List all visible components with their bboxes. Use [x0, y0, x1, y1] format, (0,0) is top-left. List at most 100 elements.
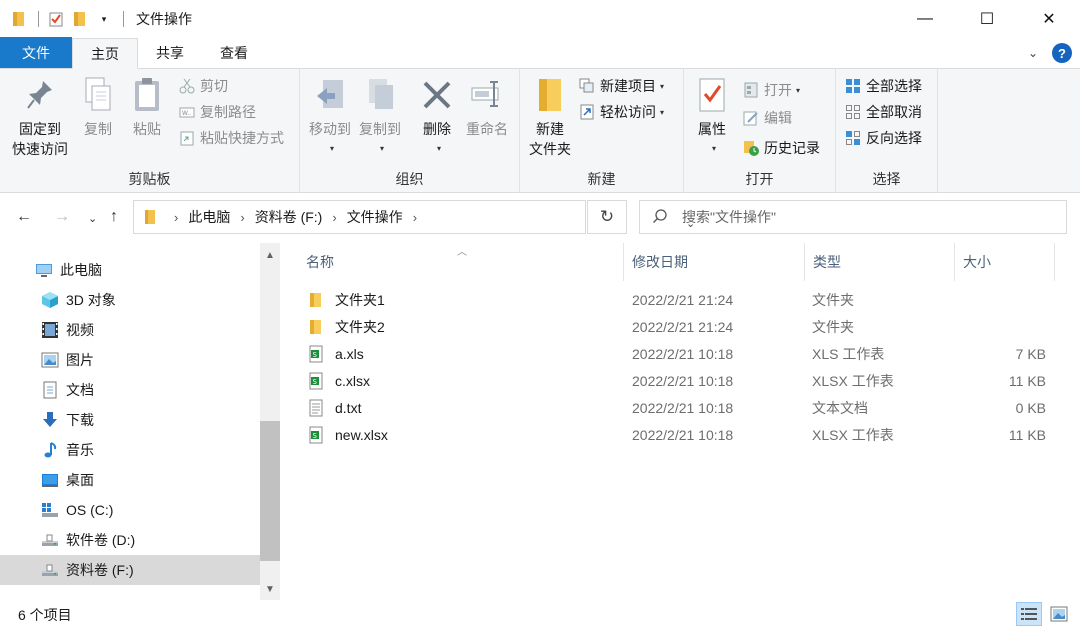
- file-row[interactable]: 文件夹1 2022/2/21 21:24 文件夹: [305, 286, 1060, 313]
- history-icon: [742, 139, 760, 157]
- chevron-down-icon: ▾: [660, 107, 665, 117]
- file-type: XLSX 工作表: [812, 372, 894, 389]
- breadcrumb-current-folder[interactable]: 文件操作: [347, 207, 403, 227]
- file-name: 文件夹1: [335, 291, 385, 308]
- file-type: 文件夹: [812, 318, 854, 335]
- computer-icon: [34, 260, 54, 280]
- new-item-label: 新建项目: [600, 78, 656, 94]
- nav-item-this-pc[interactable]: 此电脑: [0, 255, 260, 285]
- file-row[interactable]: S c.xlsx 2022/2/21 10:18 XLSX 工作表 11 KB: [305, 367, 1060, 394]
- nav-item-pictures[interactable]: 图片: [0, 345, 260, 375]
- new-item-button[interactable]: 新建项目 ▾: [578, 75, 664, 97]
- quick-access-toolbar: ▾ 文件操作: [0, 0, 192, 38]
- file-modified: 2022/2/21 10:18: [632, 399, 734, 416]
- scrollbar-thumb[interactable]: [260, 421, 280, 561]
- breadcrumb-this-pc[interactable]: 此电脑: [188, 207, 230, 227]
- nav-item-label: 此电脑: [60, 262, 102, 278]
- select-all-button[interactable]: 全部选择: [844, 75, 922, 97]
- properties-button[interactable]: 属性 ▾: [692, 75, 732, 159]
- select-none-button[interactable]: 全部取消: [844, 101, 922, 123]
- cut-button[interactable]: 剪切: [178, 75, 228, 97]
- new-folder-icon[interactable]: [71, 10, 89, 28]
- close-button[interactable]: ✕: [1018, 0, 1080, 38]
- column-header-size[interactable]: 大小: [955, 243, 1055, 281]
- copy-to-button[interactable]: 复制到 ▾: [356, 75, 404, 159]
- file-size: 11 KB: [1008, 426, 1046, 443]
- file-row[interactable]: d.txt 2022/2/21 10:18 文本文档 0 KB: [305, 394, 1060, 421]
- large-icons-view-icon[interactable]: [1046, 602, 1072, 626]
- status-bar: 6 个项目: [0, 600, 1080, 629]
- edit-button[interactable]: 编辑: [742, 107, 792, 129]
- minimize-button[interactable]: —: [894, 0, 956, 38]
- pin-to-quick-access-button[interactable]: 固定到 快速访问: [8, 75, 72, 159]
- nav-item-drive-d[interactable]: 软件卷 (D:): [0, 525, 260, 555]
- tab-file[interactable]: 文件: [0, 37, 72, 68]
- nav-item-3d-objects[interactable]: 3D 对象: [0, 285, 260, 315]
- move-to-button[interactable]: 移动到 ▾: [306, 75, 354, 159]
- nav-item-desktop[interactable]: 桌面: [0, 465, 260, 495]
- nav-item-drive-f[interactable]: 资料卷 (F:): [0, 555, 260, 585]
- nav-item-downloads[interactable]: 下载: [0, 405, 260, 435]
- copy-path-label: 复制路径: [200, 104, 256, 120]
- copy-icon: [80, 75, 116, 115]
- nav-item-label: 下载: [66, 412, 94, 428]
- maximize-button[interactable]: ☐: [956, 0, 1018, 38]
- customize-dropdown-icon[interactable]: ▾: [95, 10, 113, 28]
- refresh-icon[interactable]: ↻: [587, 200, 627, 234]
- tab-view[interactable]: 查看: [202, 38, 266, 68]
- move-to-label: 移动到: [309, 121, 351, 137]
- easy-access-button[interactable]: 轻松访问 ▾: [578, 101, 664, 123]
- paste-shortcut-button[interactable]: 粘贴快捷方式: [178, 127, 284, 149]
- breadcrumb-chevron-icon[interactable]: ›: [174, 210, 178, 225]
- details-view-icon[interactable]: [1016, 602, 1042, 626]
- nav-item-music[interactable]: 音乐: [0, 435, 260, 465]
- new-folder-button[interactable]: 新建 文件夹: [526, 75, 574, 159]
- file-name-cell: 文件夹1: [307, 286, 385, 313]
- nav-item-drive-c[interactable]: OS (C:): [0, 495, 260, 525]
- file-row[interactable]: 文件夹2 2022/2/21 21:24 文件夹: [305, 313, 1060, 340]
- nav-item-videos[interactable]: 视频: [0, 315, 260, 345]
- open-group: 属性 ▾ 打开 ▾ 编辑 历史记录 打开: [684, 69, 836, 193]
- back-arrow-icon[interactable]: ←: [16, 208, 32, 226]
- breadcrumb-chevron-icon[interactable]: ›: [332, 210, 336, 225]
- rename-button[interactable]: 重命名: [462, 75, 512, 139]
- properties-icon[interactable]: [47, 10, 65, 28]
- navigation-scrollbar[interactable]: ▲ ▼: [260, 243, 280, 600]
- search-box[interactable]: 搜索"文件操作": [639, 200, 1067, 234]
- navigation-pane: 此电脑 3D 对象 视频 图片 文档 下载 音乐 桌面 OS (C:) 软件卷 …: [0, 243, 280, 600]
- nav-item-documents[interactable]: 文档: [0, 375, 260, 405]
- tab-home[interactable]: 主页: [72, 38, 138, 69]
- nav-item-label: 文档: [66, 382, 94, 398]
- column-header-name[interactable]: 名称: [298, 243, 624, 281]
- paste-shortcut-label: 粘贴快捷方式: [200, 130, 284, 146]
- move-to-icon: [312, 75, 348, 115]
- column-header-type[interactable]: 类型: [805, 243, 955, 281]
- address-bar[interactable]: › 此电脑 › 资料卷 (F:) › 文件操作 › ⌄: [133, 200, 695, 234]
- breadcrumb-drive-f[interactable]: 资料卷 (F:): [255, 207, 323, 227]
- invert-selection-button[interactable]: 反向选择: [844, 127, 922, 149]
- open-icon: [742, 81, 760, 99]
- copy-path-button[interactable]: W.. 复制路径: [178, 101, 256, 123]
- tab-share[interactable]: 共享: [138, 38, 202, 68]
- breadcrumb-chevron-icon[interactable]: ›: [240, 210, 244, 225]
- breadcrumb-chevron-icon[interactable]: ›: [413, 210, 417, 225]
- up-arrow-icon[interactable]: ↑: [110, 208, 118, 226]
- open-button[interactable]: 打开 ▾: [742, 79, 800, 101]
- file-row[interactable]: S a.xls 2022/2/21 10:18 XLS 工作表 7 KB: [305, 340, 1060, 367]
- history-button[interactable]: 历史记录: [742, 137, 820, 159]
- expand-ribbon-icon[interactable]: ⌄: [1028, 46, 1038, 60]
- recent-locations-chevron-icon[interactable]: ⌄: [88, 212, 97, 225]
- column-header-modified[interactable]: 修改日期: [624, 243, 805, 281]
- scroll-down-icon[interactable]: ▼: [260, 579, 280, 599]
- copy-button[interactable]: 复制: [78, 75, 118, 139]
- file-name: c.xlsx: [335, 372, 370, 389]
- file-row[interactable]: S new.xlsx 2022/2/21 10:18 XLSX 工作表 11 K…: [305, 421, 1060, 448]
- forward-arrow-icon[interactable]: →: [54, 208, 70, 226]
- chevron-down-icon: ▾: [379, 144, 384, 153]
- organize-group-label: 组织: [395, 171, 424, 187]
- nav-item-label: 资料卷 (F:): [66, 562, 134, 578]
- delete-button[interactable]: 删除 ▾: [418, 75, 456, 159]
- help-icon[interactable]: ?: [1052, 43, 1072, 63]
- scroll-up-icon[interactable]: ▲: [260, 245, 280, 265]
- paste-button[interactable]: 粘贴: [127, 75, 167, 139]
